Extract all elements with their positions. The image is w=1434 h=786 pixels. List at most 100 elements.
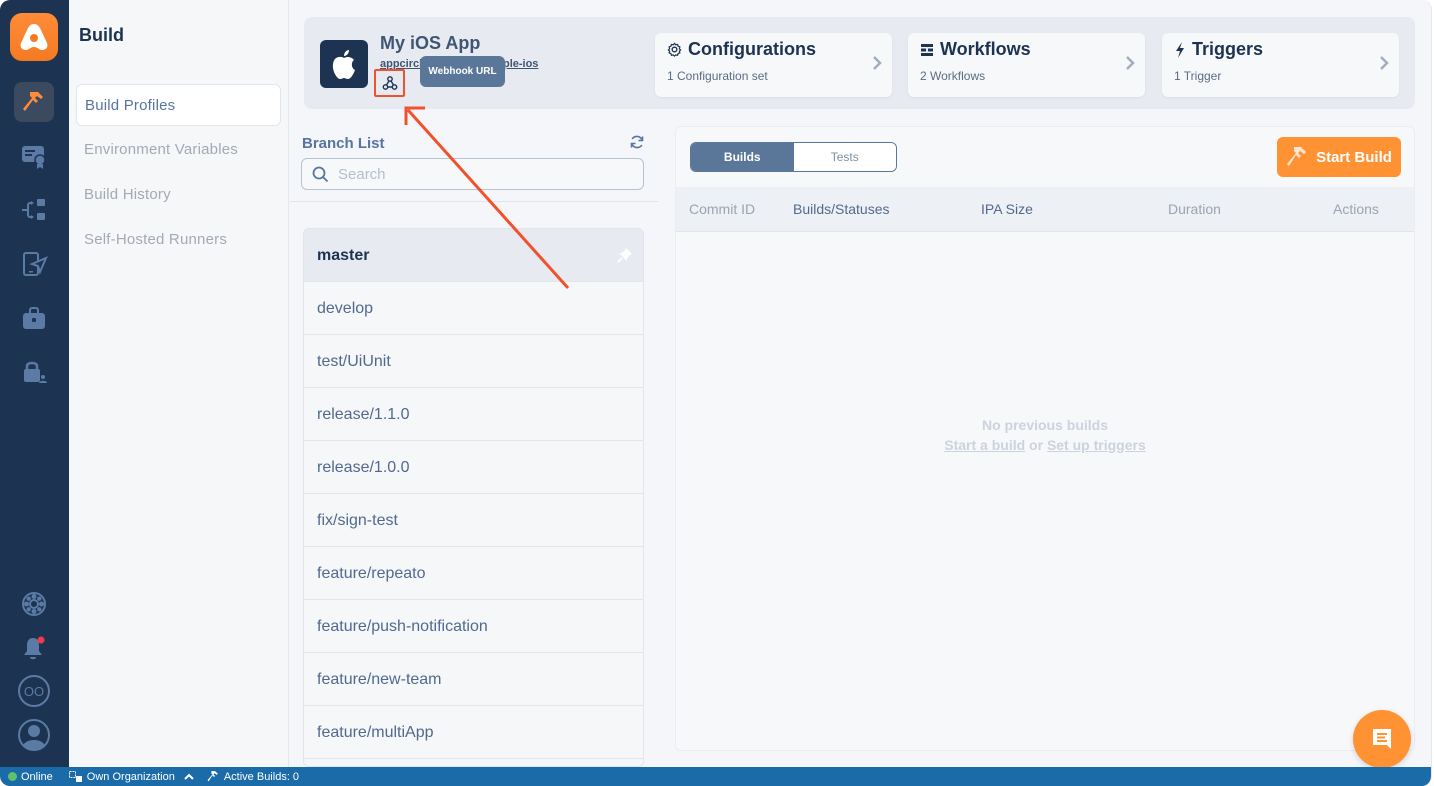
chevron-right-icon bbox=[1126, 56, 1135, 70]
apple-icon bbox=[332, 50, 355, 79]
branch-list-title: Branch List bbox=[302, 135, 385, 152]
rail-help[interactable] bbox=[14, 584, 54, 624]
appcircle-logo[interactable] bbox=[10, 13, 58, 61]
branch-item[interactable]: develop bbox=[304, 282, 643, 335]
branch-search bbox=[301, 158, 644, 190]
webhook-tooltip: Webhook URL bbox=[420, 56, 505, 87]
refresh-icon bbox=[630, 135, 644, 149]
lightning-icon bbox=[1176, 41, 1184, 58]
briefcase-icon bbox=[23, 307, 45, 329]
gear-icon bbox=[667, 42, 682, 57]
search-icon bbox=[312, 166, 329, 183]
certificate-icon bbox=[22, 146, 46, 169]
subnav-self-hosted-runners[interactable]: Self-Hosted Runners bbox=[76, 219, 281, 261]
rail-notifications[interactable] bbox=[14, 628, 54, 668]
configurations-subtitle: 1 Configuration set bbox=[667, 69, 768, 83]
workflow-icon bbox=[921, 43, 933, 56]
branch-list: master develop test/UiUnit release/1.1.0… bbox=[303, 228, 644, 767]
workflows-card[interactable]: Workflows 2 Workflows bbox=[908, 33, 1145, 97]
column-commit-id: Commit ID bbox=[689, 201, 756, 217]
build-subnav: Build Build Profiles Environment Variabl… bbox=[69, 0, 289, 767]
online-status: Online bbox=[8, 771, 53, 783]
notification-badge bbox=[37, 636, 45, 644]
branch-item[interactable]: release/1.0.0 bbox=[304, 441, 643, 494]
left-rail: OO bbox=[0, 0, 69, 767]
hammer-icon bbox=[1287, 147, 1307, 166]
svg-text:OO: OO bbox=[24, 684, 44, 699]
start-a-build-link[interactable]: Start a build bbox=[944, 437, 1025, 453]
builds-table-header: Commit ID Builds/Statuses IPA Size Durat… bbox=[676, 187, 1414, 232]
rail-testing-distribution[interactable] bbox=[14, 244, 54, 284]
triggers-card[interactable]: Triggers 1 Trigger bbox=[1162, 33, 1399, 97]
tab-tests[interactable]: Tests bbox=[793, 143, 896, 171]
webhook-icon bbox=[382, 76, 397, 90]
empty-state: No previous builds Start a build or Set … bbox=[676, 415, 1414, 455]
bell-icon bbox=[24, 636, 45, 660]
rail-enterprise-store[interactable] bbox=[14, 299, 54, 339]
workflows-title: Workflows bbox=[940, 39, 1031, 59]
refresh-branches-button[interactable] bbox=[629, 134, 645, 155]
branch-item[interactable]: feature/push-notification bbox=[304, 600, 643, 653]
rail-account-security[interactable] bbox=[14, 352, 54, 392]
active-builds[interactable]: Active Builds: 0 bbox=[207, 770, 299, 783]
chevron-up-icon bbox=[184, 773, 194, 780]
workflows-subtitle: 2 Workflows bbox=[920, 69, 986, 83]
organization-switcher[interactable]: Own Organization bbox=[68, 770, 195, 783]
branch-item-master[interactable]: master bbox=[304, 229, 643, 282]
hammer-icon bbox=[23, 92, 43, 111]
rail-distribution[interactable] bbox=[14, 190, 54, 230]
builds-tests-toggle: Builds Tests bbox=[690, 142, 897, 172]
branch-item[interactable]: feature/multiApp bbox=[304, 706, 643, 759]
webhook-url-button[interactable] bbox=[374, 69, 405, 97]
app-platform-icon bbox=[320, 40, 368, 88]
empty-title: No previous builds bbox=[981, 417, 1108, 433]
chevron-right-icon bbox=[1380, 56, 1389, 70]
tab-builds[interactable]: Builds bbox=[691, 143, 794, 171]
branch-item[interactable]: feature/new-team bbox=[304, 653, 643, 706]
branch-item[interactable]: release/1.1.0 bbox=[304, 388, 643, 441]
branch-search-input[interactable] bbox=[338, 163, 628, 185]
profile-header: My iOS App appcircl mple-ios Webhook URL … bbox=[304, 17, 1415, 109]
lock-user-icon bbox=[24, 361, 47, 383]
triggers-title: Triggers bbox=[1192, 39, 1264, 59]
configurations-card[interactable]: Configurations 1 Configuration set bbox=[655, 33, 892, 97]
app-name: My iOS App bbox=[380, 33, 481, 53]
divider bbox=[290, 201, 658, 202]
logo-icon bbox=[20, 24, 48, 50]
builds-panel: Builds Tests Start Build Commit ID Build… bbox=[675, 126, 1415, 751]
arrow-head bbox=[404, 106, 425, 125]
chevron-right-icon bbox=[873, 56, 882, 70]
device-send-icon bbox=[23, 252, 48, 276]
distribution-icon bbox=[22, 199, 45, 220]
set-up-triggers-link[interactable]: Set up triggers bbox=[1047, 437, 1146, 453]
chat-icon bbox=[1373, 729, 1391, 749]
subnav-build-profiles[interactable]: Build Profiles bbox=[76, 84, 281, 126]
column-actions: Actions bbox=[1333, 201, 1379, 217]
rail-profile[interactable] bbox=[14, 715, 54, 755]
rail-organization[interactable]: OO bbox=[14, 671, 54, 711]
organization-icon bbox=[68, 770, 82, 782]
app-window: OO Build Build Profiles Environment Vari… bbox=[0, 0, 1432, 786]
org-icon: OO bbox=[18, 675, 50, 707]
rail-build[interactable] bbox=[14, 82, 54, 122]
column-builds-statuses: Builds/Statuses bbox=[793, 201, 890, 217]
configurations-title: Configurations bbox=[688, 39, 816, 59]
rail-signing-identities[interactable] bbox=[14, 136, 54, 176]
subnav-environment-variables[interactable]: Environment Variables bbox=[76, 129, 281, 171]
user-avatar-icon bbox=[18, 719, 50, 751]
branch-panel: Branch List master bbox=[290, 126, 658, 767]
subnav-build-history[interactable]: Build History bbox=[76, 174, 281, 216]
chat-button[interactable] bbox=[1353, 710, 1411, 768]
branch-item[interactable]: fix/sign-test bbox=[304, 494, 643, 547]
hammer-icon bbox=[207, 771, 218, 782]
online-dot-icon bbox=[8, 772, 17, 781]
status-bar: Online Own Organization Active Builds: 0 bbox=[0, 767, 1431, 786]
column-ipa-size: IPA Size bbox=[981, 201, 1033, 217]
branch-item[interactable]: test/UiUnit bbox=[304, 335, 643, 388]
lifebuoy-icon bbox=[22, 592, 46, 616]
triggers-subtitle: 1 Trigger bbox=[1174, 69, 1222, 83]
branch-item[interactable]: feature/repeato bbox=[304, 547, 643, 600]
pin-icon[interactable] bbox=[617, 247, 633, 263]
section-title: Build bbox=[79, 25, 124, 45]
start-build-button[interactable]: Start Build bbox=[1277, 137, 1401, 177]
